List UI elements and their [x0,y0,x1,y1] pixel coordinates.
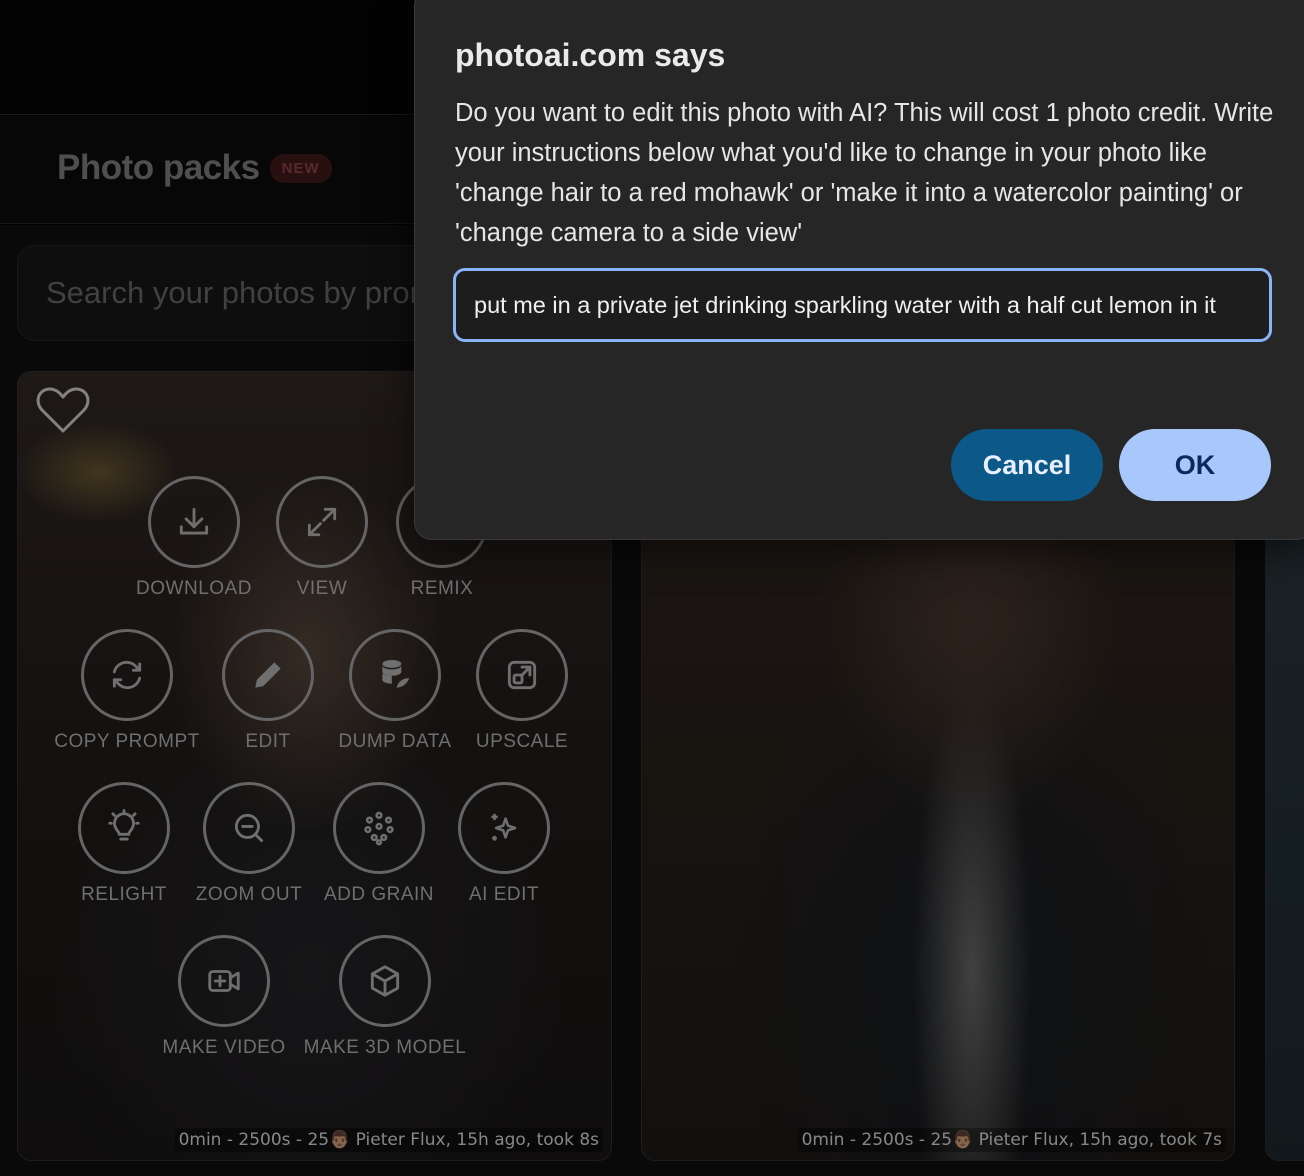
prompt-dialog: photoai.com says Do you want to edit thi… [414,0,1304,540]
cancel-button[interactable]: Cancel [951,429,1103,501]
dialog-title: photoai.com says [455,37,726,73]
prompt-field[interactable] [453,268,1272,342]
dialog-message: Do you want to edit this photo with AI? … [455,99,1274,247]
ok-button[interactable]: OK [1119,429,1271,501]
prompt-input[interactable] [474,285,1254,325]
